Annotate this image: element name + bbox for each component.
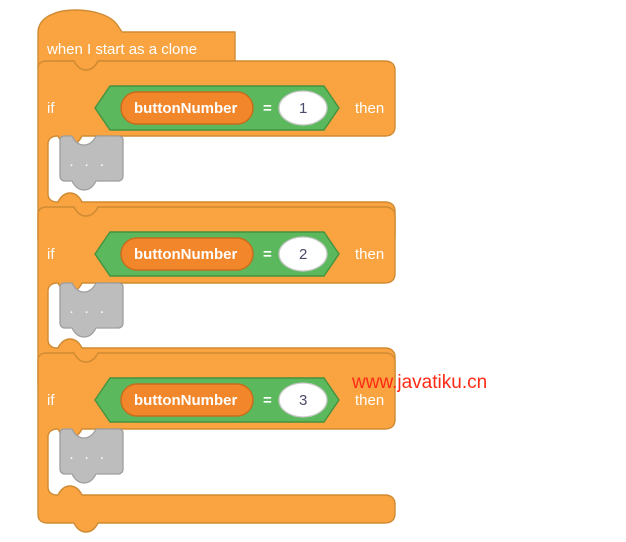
- number-input-3-shape[interactable]: [278, 382, 328, 418]
- placeholder-block-2-shape[interactable]: [59, 282, 124, 338]
- variable-buttonnumber-2-shape[interactable]: [120, 237, 254, 271]
- scratch-script-canvas: when I start as a clone if buttonNumber …: [0, 0, 626, 542]
- site-watermark: www.javatiku.cn: [352, 372, 488, 393]
- number-input-1-shape[interactable]: [278, 90, 328, 126]
- placeholder-block-1-shape[interactable]: [59, 135, 124, 191]
- variable-buttonnumber-1-shape[interactable]: [120, 91, 254, 125]
- blocks-vector-layer: [37, 9, 396, 533]
- variable-buttonnumber-3-shape[interactable]: [120, 383, 254, 417]
- number-input-2-shape[interactable]: [278, 236, 328, 272]
- placeholder-block-3-shape[interactable]: [59, 428, 124, 484]
